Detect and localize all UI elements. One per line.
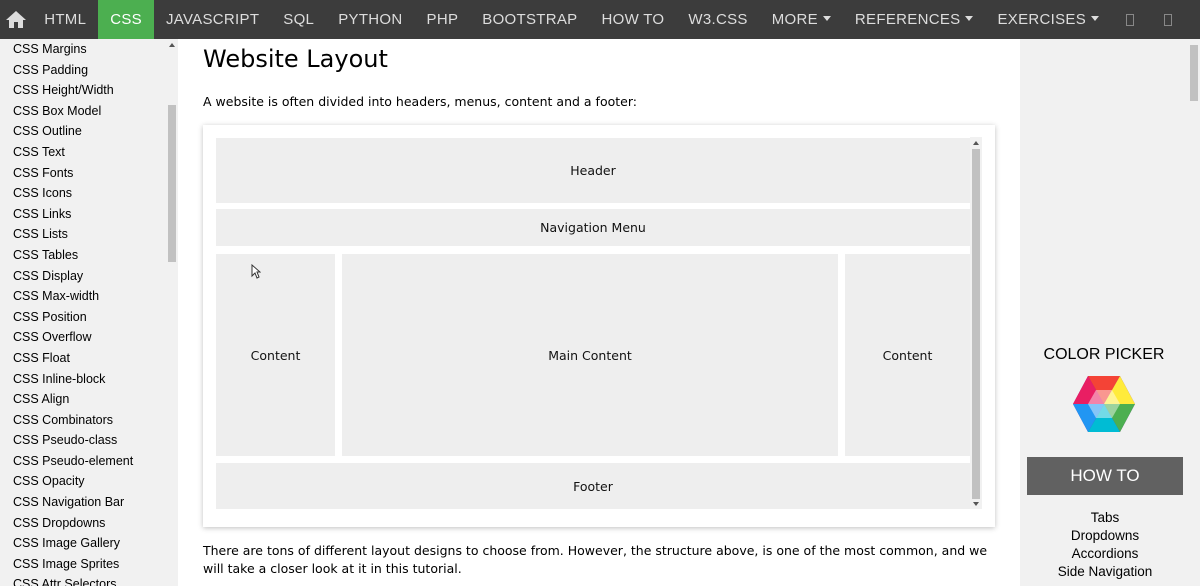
layout-demo: Header Navigation Menu Content Main Cont…: [203, 125, 995, 527]
sidebar-item-css-attr-selectors[interactable]: CSS Attr Selectors: [0, 574, 178, 586]
sidebar-item-css-align[interactable]: CSS Align: [0, 389, 178, 410]
nav-item-css[interactable]: CSS: [98, 0, 154, 39]
page-scrollbar-track[interactable]: [1188, 39, 1200, 586]
sidebar-item-css-navigation-bar[interactable]: CSS Navigation Bar: [0, 492, 178, 513]
nav-item-how-to[interactable]: HOW TO: [589, 0, 676, 39]
sidebar-item-css-outline[interactable]: CSS Outline: [0, 121, 178, 142]
nav-more-label: MORE: [771, 11, 818, 28]
nav-item-bootstrap[interactable]: BOOTSTRAP: [470, 0, 589, 39]
sidebar-item-css-overflow[interactable]: CSS Overflow: [0, 327, 178, 348]
howto-link-tabs[interactable]: Tabs: [1027, 509, 1183, 527]
demo-navigation-menu: Navigation Menu: [216, 209, 970, 246]
demo-main-content: Main Content: [342, 254, 838, 456]
howto-link-dropdowns[interactable]: Dropdowns: [1027, 527, 1183, 545]
sidebar-item-css-links[interactable]: CSS Links: [0, 204, 178, 225]
demo-left-content: Content: [216, 254, 335, 456]
scroll-up-arrow-icon[interactable]: [169, 43, 175, 47]
scroll-down-arrow-icon[interactable]: [973, 502, 979, 506]
demo-nav-label: Navigation Menu: [540, 220, 646, 235]
demo-header: Header: [216, 138, 970, 203]
sidebar-item-css-opacity[interactable]: CSS Opacity: [0, 471, 178, 492]
howto-links: Tabs Dropdowns Accordions Side Navigation: [1027, 495, 1183, 586]
scroll-up-arrow-icon[interactable]: [973, 141, 979, 145]
sidebar-item-css-pseudo-class[interactable]: CSS Pseudo-class: [0, 430, 178, 451]
sidebar-item-css-inline-block[interactable]: CSS Inline-block: [0, 369, 178, 390]
howto-link-side-navigation[interactable]: Side Navigation: [1027, 563, 1183, 581]
demo-footer: Footer: [216, 463, 970, 509]
sidebar-item-css-icons[interactable]: CSS Icons: [0, 183, 178, 204]
sidebar-item-css-display[interactable]: CSS Display: [0, 266, 178, 287]
demo-left-label: Content: [250, 347, 301, 363]
sidebar-scrollbar-thumb[interactable]: [168, 105, 176, 262]
top-navigation-bar: HTML CSS JAVASCRIPT SQL PYTHON PHP BOOTSTRAP HO…: [0, 0, 1200, 39]
demo-right-content: Content: [845, 254, 970, 456]
square-icon[interactable]: [1164, 13, 1172, 26]
nav-exercises-label: EXERCISES: [997, 11, 1087, 28]
nav-item-javascript[interactable]: JAVASCRIPT: [154, 0, 271, 39]
sidebar-item-css-image-gallery[interactable]: CSS Image Gallery: [0, 533, 178, 554]
sidebar-item-css-pseudo-element[interactable]: CSS Pseudo-element: [0, 451, 178, 472]
sidebar-item-css-image-sprites[interactable]: CSS Image Sprites: [0, 554, 178, 575]
howto-link-accordions[interactable]: Accordions: [1027, 545, 1183, 563]
sidebar-item-css-text[interactable]: CSS Text: [0, 142, 178, 163]
main-content: Website Layout A website is often divide…: [178, 39, 1020, 586]
nav-item-python[interactable]: PYTHON: [326, 0, 414, 39]
color-picker-icon[interactable]: [1072, 375, 1136, 437]
nav-item-w3-css[interactable]: W3.CSS: [676, 0, 759, 39]
nav-items: HTML CSS JAVASCRIPT SQL PYTHON PHP BOOTSTRAP HO…: [32, 0, 760, 39]
page-title: Website Layout: [203, 45, 388, 73]
color-picker-label: COLOR PICKER: [1043, 346, 1165, 363]
demo-scrollbar-thumb[interactable]: [972, 149, 980, 499]
nav-item-sql[interactable]: SQL: [271, 0, 326, 39]
sidebar-item-css-tables[interactable]: CSS Tables: [0, 245, 178, 266]
nav-references-menu[interactable]: REFERENCES: [843, 0, 986, 39]
nav-item-php[interactable]: PHP: [415, 0, 471, 39]
demo-right-label: Content: [882, 347, 933, 363]
square-icon[interactable]: [1126, 13, 1134, 26]
demo-footer-label: Footer: [573, 478, 613, 494]
demo-center-label: Main Content: [548, 347, 632, 363]
sidebar-item-css-position[interactable]: CSS Position: [0, 307, 178, 328]
sidebar-item-css-float[interactable]: CSS Float: [0, 348, 178, 369]
demo-header-label: Header: [570, 163, 616, 178]
nav-references-label: REFERENCES: [854, 11, 961, 28]
sidebar-item-css-padding[interactable]: CSS Padding: [0, 60, 178, 81]
sidebar-item-css-fonts[interactable]: CSS Fonts: [0, 163, 178, 184]
sidebar-item-css-box-model[interactable]: CSS Box Model: [0, 101, 178, 122]
nav-exercises-menu[interactable]: EXERCISES: [985, 0, 1111, 39]
left-sidebar: CSS Margins CSS Padding CSS Height/Width CS…: [0, 39, 178, 586]
howto-header: HOW TO: [1027, 457, 1183, 495]
caret-down-icon: [1091, 16, 1100, 21]
sidebar-item-css-dropdowns[interactable]: CSS Dropdowns: [0, 513, 178, 534]
body-paragraph: There are tons of different layout desig…: [203, 543, 988, 576]
sidebar-item-css-height-width[interactable]: CSS Height/Width: [0, 80, 178, 101]
home-icon[interactable]: [0, 0, 32, 39]
right-sidebar: COLOR PICKER HOW TO Tabs Dropdowns Accordi…: [1020, 39, 1188, 586]
caret-down-icon: [822, 16, 831, 21]
sidebar-item-css-max-width[interactable]: CSS Max-width: [0, 286, 178, 307]
nav-more-menu[interactable]: MORE: [760, 0, 843, 39]
page-scrollbar-thumb[interactable]: [1190, 45, 1198, 101]
sidebar-item-css-combinators[interactable]: CSS Combinators: [0, 410, 178, 431]
sidebar-item-css-lists[interactable]: CSS Lists: [0, 224, 178, 245]
sidebar-item-css-margins[interactable]: CSS Margins: [0, 39, 178, 60]
sidebar-menu: CSS Margins CSS Padding CSS Height/Width CS…: [0, 39, 178, 586]
nav-item-html[interactable]: HTML: [32, 0, 98, 39]
intro-text: A website is often divided into headers,…: [203, 94, 637, 109]
mouse-cursor-icon: [251, 263, 262, 283]
caret-down-icon: [965, 16, 974, 21]
